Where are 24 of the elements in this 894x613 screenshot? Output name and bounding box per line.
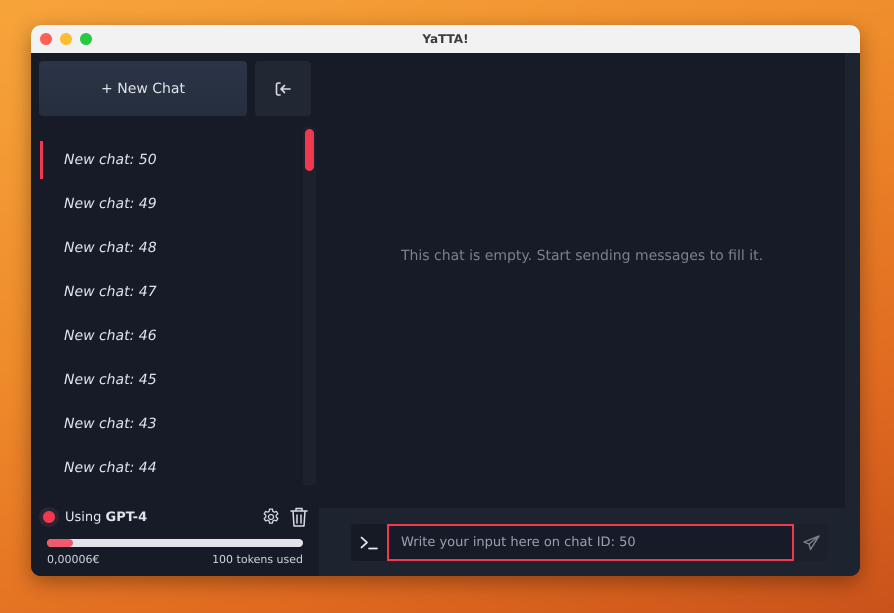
chat-list-item[interactable]: New chat: 45	[40, 358, 303, 402]
send-button[interactable]	[794, 524, 828, 561]
new-chat-button[interactable]: + New Chat	[39, 61, 247, 116]
chat-list-item[interactable]: New chat: 47	[40, 270, 303, 314]
chat-list-item[interactable]: New chat: 46	[40, 314, 303, 358]
message-input-field[interactable]: Write your input here on chat ID: 50	[387, 524, 794, 561]
trash-icon[interactable]	[289, 506, 309, 528]
paper-plane-icon	[802, 534, 820, 550]
command-button[interactable]	[351, 524, 387, 561]
terminal-icon	[360, 536, 378, 550]
settings-icon[interactable]	[261, 507, 281, 527]
chat-list-item[interactable]: New chat: 48	[40, 226, 303, 270]
exit-arrow-icon	[275, 82, 291, 96]
chat-list-item[interactable]: New chat: 44	[40, 446, 303, 490]
chat-list-item[interactable]: New chat: 43	[40, 402, 303, 446]
close-button[interactable]	[40, 33, 52, 45]
collapse-sidebar-button[interactable]	[255, 61, 311, 116]
window-title: YaTTA!	[422, 32, 469, 46]
chat-list-item[interactable]: New chat: 49	[40, 182, 303, 226]
tokens-label: 100 tokens used	[212, 553, 303, 566]
cost-label: 0,00006€	[47, 553, 100, 566]
scrollbar-thumb[interactable]	[305, 129, 314, 171]
model-label: Using GPT-4	[65, 510, 148, 524]
empty-chat-message: This chat is empty. Start sending messages to fill it.	[400, 248, 764, 264]
